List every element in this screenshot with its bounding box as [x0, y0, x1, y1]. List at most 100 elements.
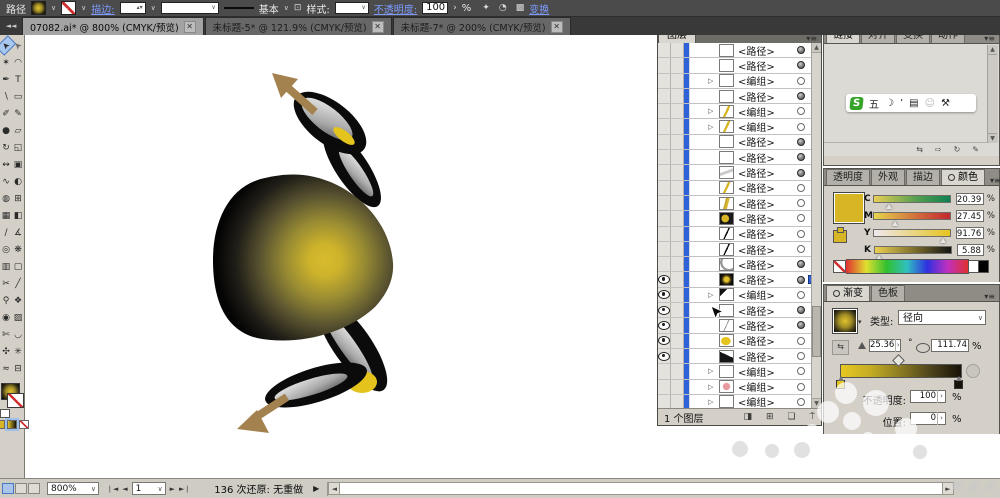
target-circle-icon[interactable]: [797, 398, 805, 406]
lock-cell[interactable]: [671, 104, 684, 118]
layer-row-main[interactable]: ▷<路径>: [690, 196, 821, 210]
tab-gradient-1[interactable]: 渐变: [826, 285, 870, 301]
stroke-swatch[interactable]: [61, 1, 76, 15]
expand-triangle-icon[interactable]: ▷: [708, 291, 719, 299]
visibility-cell[interactable]: [658, 89, 671, 103]
tool-eraser[interactable]: ▱: [12, 122, 24, 139]
layer-row-main[interactable]: ▷<路径>: [690, 181, 821, 195]
document-tab-1[interactable]: 07082.ai* @ 800% (CMYK/预览)✕: [22, 17, 204, 35]
layer-row-main[interactable]: ▷<路径>: [690, 43, 821, 57]
stroke-weight-stepper[interactable]: ▴▾: [120, 2, 146, 14]
style-select[interactable]: ∨: [335, 2, 369, 14]
lock-cell[interactable]: [671, 150, 684, 164]
target-circle-icon[interactable]: [797, 276, 805, 284]
layer-row-main[interactable]: ▷<路径>: [690, 58, 821, 72]
layer-row[interactable]: ▷<路径>: [658, 43, 821, 58]
edit-original-icon[interactable]: ✎: [972, 145, 979, 154]
status-popup-icon[interactable]: ▶: [313, 484, 319, 493]
tool-twirl[interactable]: ◐: [12, 173, 24, 190]
reverse-gradient-icon[interactable]: ⇆: [832, 340, 849, 355]
tab-close-icon[interactable]: ✕: [372, 21, 384, 33]
lock-cell[interactable]: [671, 211, 684, 225]
target-circle-icon[interactable]: [797, 337, 805, 345]
spectrum-bar[interactable]: [846, 259, 969, 274]
tool-blob-brush[interactable]: ●: [0, 122, 12, 139]
visibility-cell[interactable]: [658, 104, 671, 118]
layer-row[interactable]: ▷<路径>: [658, 150, 821, 165]
layer-row-main[interactable]: ▷<路径>: [690, 334, 821, 348]
none-swatch-icon[interactable]: [833, 260, 846, 273]
tool-eyedropper[interactable]: ∕: [0, 224, 12, 241]
tool-measure[interactable]: ∡: [12, 224, 24, 241]
gradient-mode-button[interactable]: [7, 420, 17, 429]
tool-symbol-sprayer[interactable]: ❋: [12, 241, 24, 258]
lock-cell[interactable]: [671, 242, 684, 256]
layer-row-main[interactable]: ▷<编组>: [690, 380, 821, 394]
fill-swatch[interactable]: [31, 1, 46, 15]
eye-icon[interactable]: [658, 336, 670, 345]
tool-rectangle[interactable]: ▭: [12, 88, 24, 105]
sogou-logo-icon[interactable]: S: [849, 97, 863, 110]
layer-row[interactable]: ▷<编组>: [658, 119, 821, 134]
tool-live-paint-bucket[interactable]: ◉: [0, 309, 12, 326]
target-circle-icon[interactable]: [797, 321, 805, 329]
expand-triangle-icon[interactable]: ▷: [708, 123, 719, 131]
panel-menu-icon[interactable]: ▾≡: [980, 292, 999, 301]
layer-row-main[interactable]: ▷<编组>: [690, 119, 821, 133]
layer-row-main[interactable]: ▷<路径>: [690, 89, 821, 103]
tab-color-3[interactable]: 描边: [906, 169, 940, 185]
target-circle-icon[interactable]: [797, 153, 805, 161]
tool-artboard[interactable]: ▢: [12, 258, 24, 275]
gradient-position-input[interactable]: 0›: [910, 412, 946, 425]
lock-cell[interactable]: [671, 380, 684, 394]
scroll-up-icon[interactable]: ▲: [812, 43, 821, 53]
tool-crystallize[interactable]: ✳: [12, 343, 24, 360]
gradient-stop-end[interactable]: [954, 380, 963, 389]
channel-slider[interactable]: [874, 246, 952, 254]
tool-join[interactable]: ◡: [12, 326, 24, 343]
layer-row[interactable]: ▷<路径>: [658, 165, 821, 180]
sogou-ime-bar[interactable]: S 五 ☽ ’ ▤ ☺ ⚒: [846, 94, 976, 112]
stroke-weight-dropdown-icon[interactable]: ∨: [151, 4, 156, 12]
expand-triangle-icon[interactable]: ▷: [708, 77, 719, 85]
visibility-cell[interactable]: [658, 150, 671, 164]
fill-dropdown-icon[interactable]: ∨: [51, 4, 56, 12]
layer-row[interactable]: ▷<编组>: [658, 364, 821, 379]
opacity-link[interactable]: 不透明度:: [374, 1, 417, 16]
visibility-cell[interactable]: [658, 303, 671, 317]
eye-icon[interactable]: [658, 290, 670, 299]
layer-row[interactable]: ▷<编组>: [658, 288, 821, 303]
new-layer-icon[interactable]: ❏: [788, 412, 796, 422]
target-circle-icon[interactable]: [797, 367, 805, 375]
next-artboard-icon[interactable]: ►: [170, 485, 175, 493]
update-link-icon[interactable]: ↻: [954, 145, 961, 154]
layer-row-main[interactable]: ▷<编组>: [690, 104, 821, 118]
target-circle-icon[interactable]: [797, 77, 805, 85]
layer-row[interactable]: ▷<编组>: [658, 74, 821, 89]
brush-dropdown-icon[interactable]: ∨: [284, 4, 289, 12]
visibility-cell[interactable]: [658, 211, 671, 225]
panel-menu-icon[interactable]: ▾≡: [980, 34, 999, 43]
lock-cell[interactable]: [671, 349, 684, 363]
layer-row-main[interactable]: ▷<路径>: [690, 211, 821, 225]
channel-slider[interactable]: [873, 229, 950, 237]
layer-row-main[interactable]: ▷<路径>: [690, 227, 821, 241]
transform-link[interactable]: 变换: [529, 1, 549, 16]
align-panel-icon[interactable]: ▩: [516, 3, 525, 13]
visibility-cell[interactable]: [658, 288, 671, 302]
layer-row-main[interactable]: ▷<编组>: [690, 364, 821, 378]
visibility-cell[interactable]: [658, 257, 671, 271]
layers-scrollbar[interactable]: ▲ ▼: [811, 43, 821, 408]
gradient-ratio-input[interactable]: 111.74: [931, 339, 969, 352]
gradient-thumbnail[interactable]: [832, 308, 858, 334]
lock-cell[interactable]: [671, 257, 684, 271]
visibility-cell[interactable]: [658, 181, 671, 195]
tool-hand[interactable]: ❖: [12, 292, 24, 309]
tool-scale[interactable]: ◱: [12, 139, 24, 156]
tool-shape-builder[interactable]: ◍: [0, 190, 12, 207]
tool-puppet-warp[interactable]: ✣: [0, 343, 12, 360]
layers-panel-menu-icon[interactable]: ▾≡: [802, 34, 821, 43]
visibility-cell[interactable]: [658, 380, 671, 394]
stroke-weight-link[interactable]: 描边:: [91, 1, 114, 16]
visibility-cell[interactable]: [658, 395, 671, 408]
